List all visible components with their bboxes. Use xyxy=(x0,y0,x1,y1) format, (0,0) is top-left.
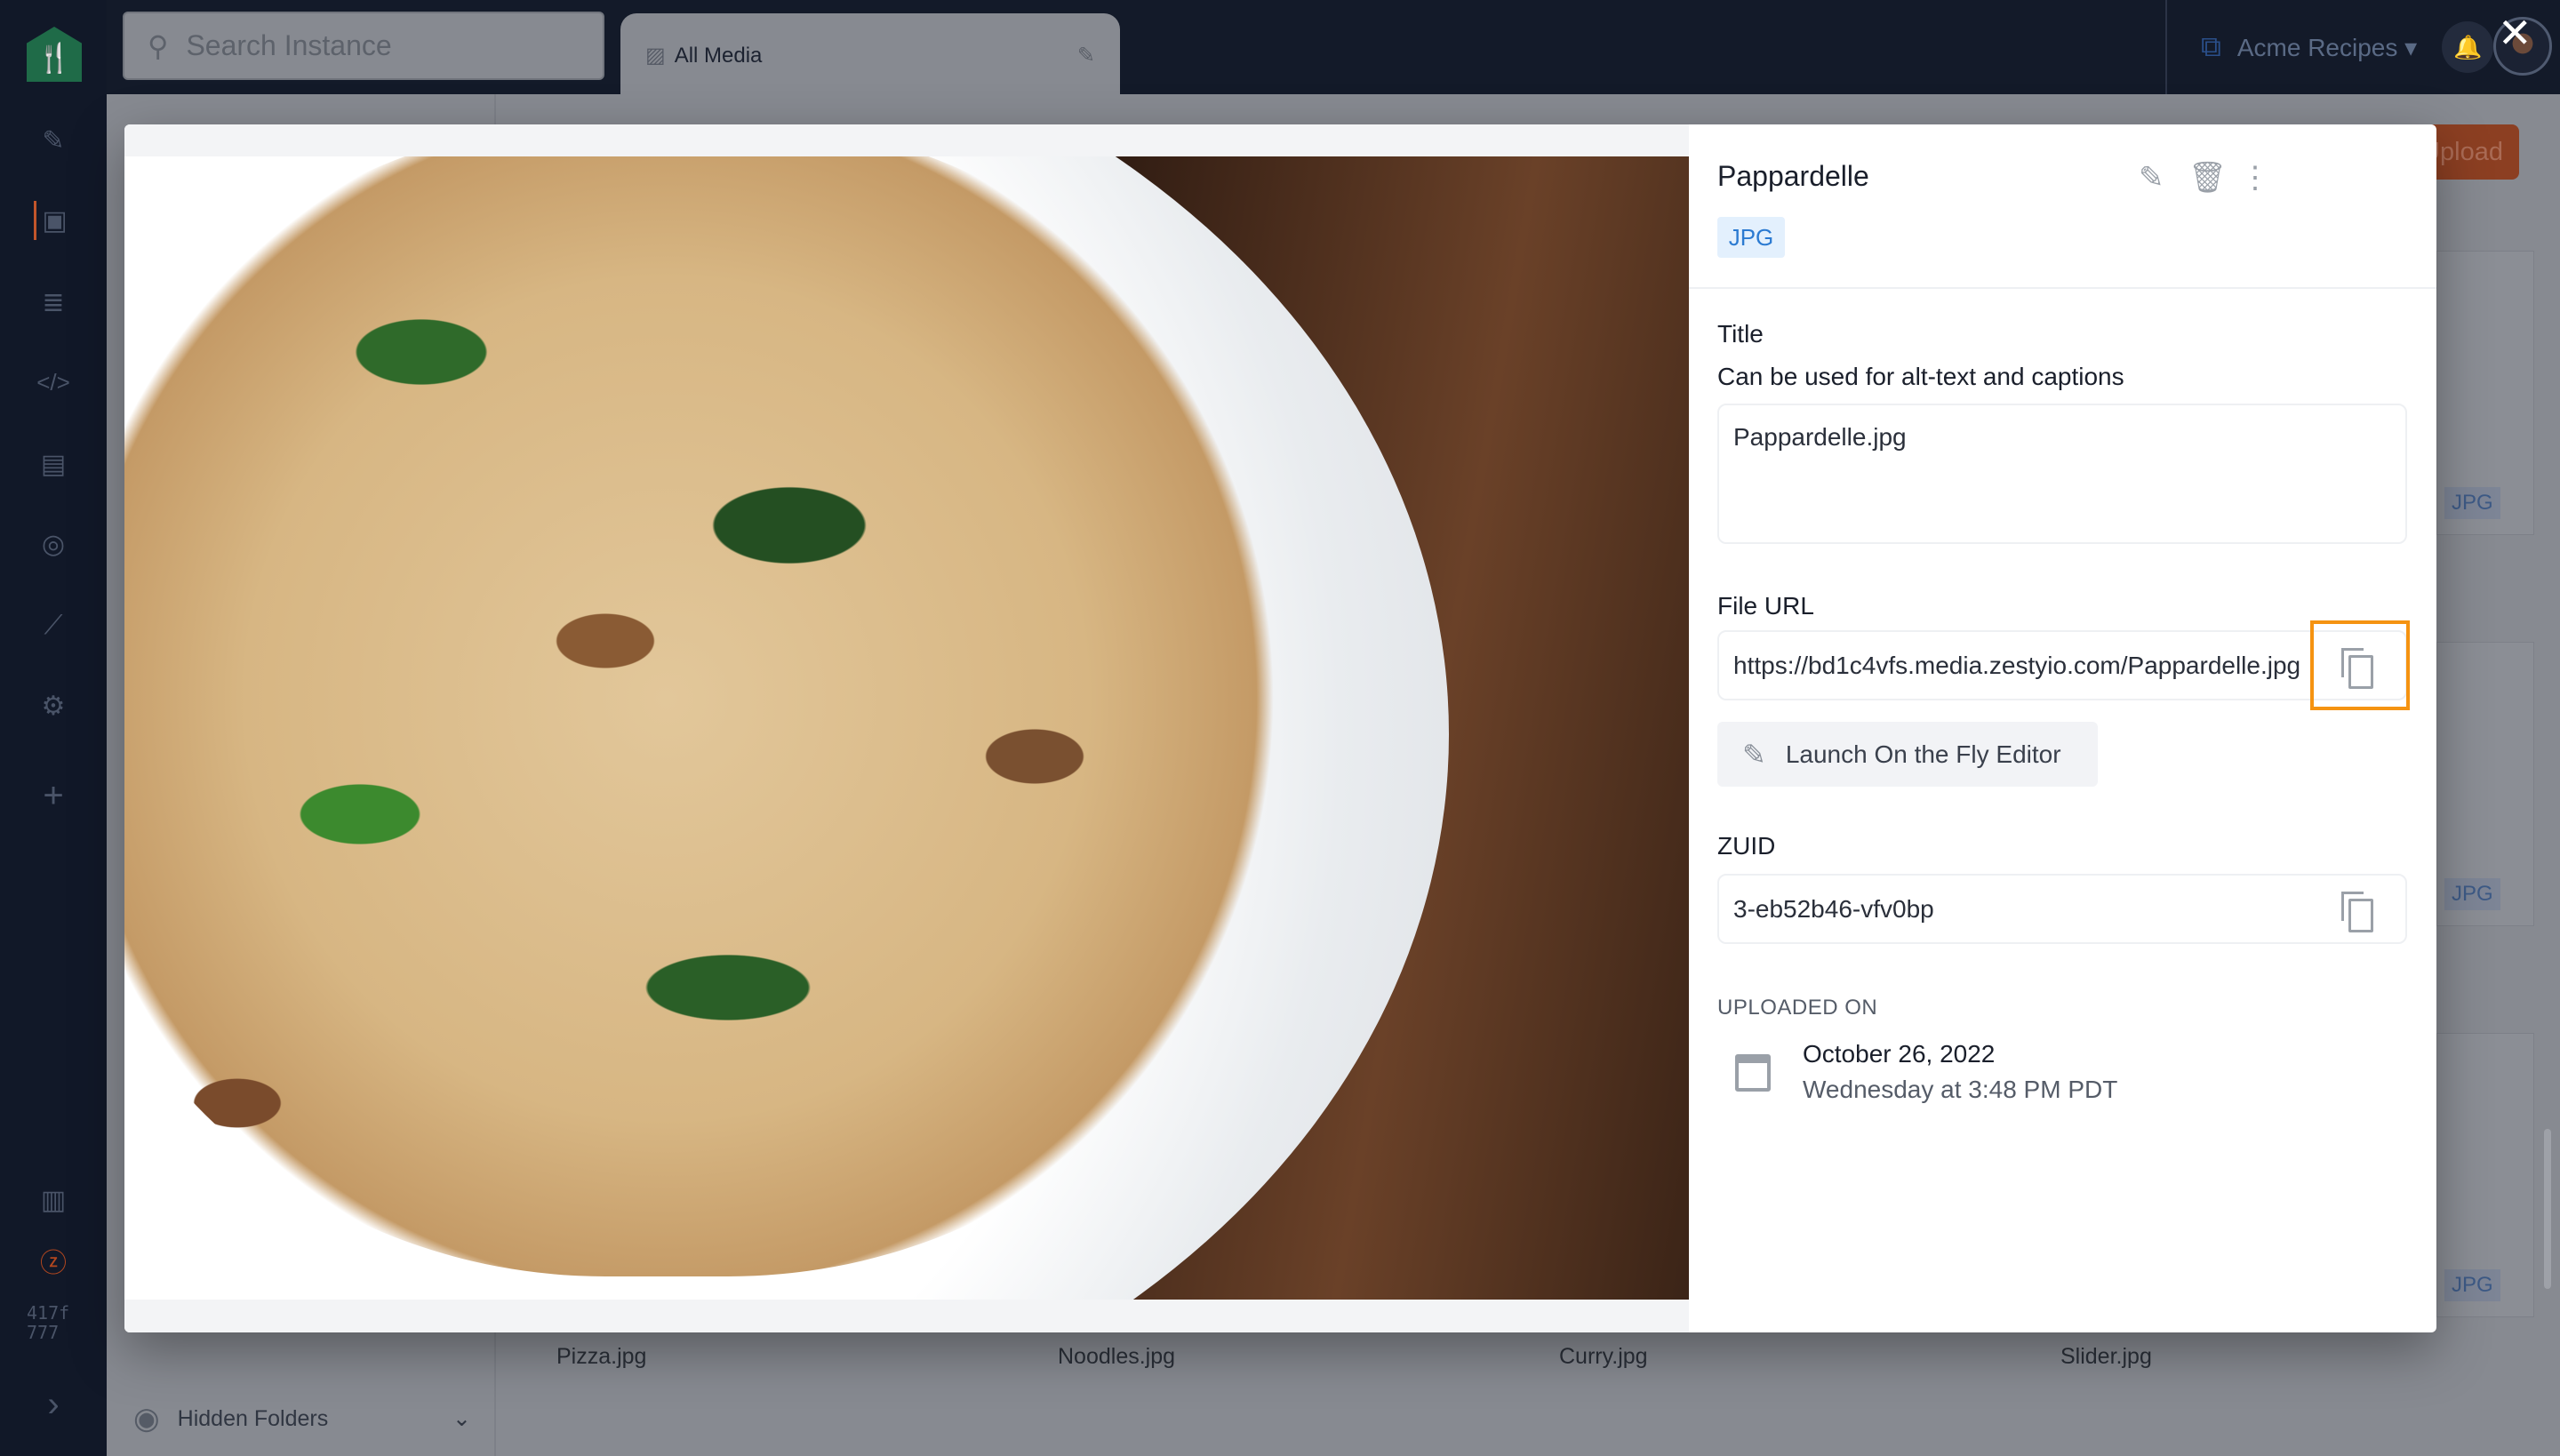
edit-icon[interactable]: ✎ xyxy=(34,121,73,160)
title-value: Pappardelle.jpg xyxy=(1733,423,1907,451)
instance-name: Acme Recipes xyxy=(2236,33,2398,61)
version-line: 417f xyxy=(27,1302,70,1324)
pasta-photo xyxy=(124,156,1689,1300)
uploaded-time: Wednesday at 3:48 PM PDT xyxy=(1803,1076,2118,1103)
eye-icon: ◉ xyxy=(133,1402,160,1436)
file-name[interactable]: Noodles.jpg xyxy=(1058,1344,1175,1370)
jpg-badge: JPG xyxy=(2444,487,2500,519)
more-vert-icon[interactable]: ⋮ xyxy=(2240,160,2270,196)
code-icon[interactable]: </> xyxy=(34,363,73,402)
divider xyxy=(1689,287,2436,289)
chart-icon[interactable]: ⟋ xyxy=(34,606,73,645)
chevron-right-icon[interactable]: › xyxy=(34,1385,73,1424)
jpg-badge: JPG xyxy=(2444,878,2500,910)
media-icon[interactable]: ▣ xyxy=(34,201,73,240)
jpg-badge: JPG xyxy=(2444,1269,2500,1301)
pin-icon[interactable]: ✎ xyxy=(1077,43,1095,68)
zesty-logo-icon[interactable]: ⓩ xyxy=(34,1241,73,1280)
title-field[interactable]: Pappardelle.jpg xyxy=(1717,404,2407,544)
file-url-field[interactable]: https://bd1c4vfs.media.zestyio.com/Pappa… xyxy=(1717,630,2407,700)
search-placeholder: Search Instance xyxy=(186,29,392,61)
utensils-logo-icon[interactable]: 🍴 xyxy=(27,27,82,82)
file-name[interactable]: Curry.jpg xyxy=(1559,1344,1648,1370)
file-title: Pappardelle xyxy=(1717,160,1869,192)
bell-icon[interactable]: 🔔 xyxy=(2442,21,2494,73)
launch-label: Launch On the Fly Editor xyxy=(1785,740,2061,768)
hidden-folders-label: Hidden Folders xyxy=(177,1405,329,1431)
media-detail-modal: Pappardelle ✎ 🗑 ⋮ JPG Title Can be used … xyxy=(124,124,2436,1332)
database-icon[interactable]: ≣ xyxy=(34,283,73,322)
uploaded-date: October 26, 2022 xyxy=(1803,1040,1996,1068)
zuid-value: 3-eb52b46-vfv0bp xyxy=(1733,894,1934,923)
launch-editor-button[interactable]: ✎ Launch On the Fly Editor xyxy=(1717,722,2098,787)
image-icon: ▨ xyxy=(645,44,666,68)
pencil-icon: ✎ xyxy=(1742,738,1766,771)
close-icon[interactable]: ✕ xyxy=(2498,12,2532,53)
title-label: Title xyxy=(1717,320,1764,348)
file-name[interactable]: Slider.jpg xyxy=(2060,1344,2152,1370)
uploaded-label: UPLOADED ON xyxy=(1717,996,1878,1020)
copy-icon[interactable] xyxy=(2341,891,2373,932)
external-link-icon[interactable]: ⧉ xyxy=(2201,30,2221,64)
version-hash: 417f 777 xyxy=(27,1303,69,1342)
file-url-value: https://bd1c4vfs.media.zestyio.com/Pappa… xyxy=(1733,651,2301,679)
trash-icon[interactable]: 🗑 xyxy=(2188,160,2227,196)
calendar-icon xyxy=(1735,1054,1771,1092)
zuid-label: ZUID xyxy=(1717,832,1776,860)
file-name[interactable]: Pizza.jpg xyxy=(556,1344,646,1370)
chevron-down-icon: ⌄ xyxy=(452,1406,471,1431)
title-help: Can be used for alt-text and captions xyxy=(1717,363,2124,390)
header-right: ⧉ Acme Recipes ▾ 🔔 xyxy=(2165,0,2494,94)
pasta xyxy=(124,156,1280,1276)
search-input[interactable]: ⚲ Search Instance xyxy=(123,12,604,80)
edit-icon[interactable]: ✎ xyxy=(2139,160,2164,196)
image-preview xyxy=(124,124,1689,1332)
scrollbar[interactable] xyxy=(2544,1129,2551,1289)
gear-icon[interactable]: ⚙ xyxy=(34,686,73,725)
instance-selector[interactable]: Acme Recipes ▾ xyxy=(2237,33,2417,62)
tab-label: All Media xyxy=(674,43,763,68)
version-line: 777 xyxy=(27,1322,60,1343)
details-panel: Pappardelle ✎ 🗑 ⋮ JPG Title Can be used … xyxy=(1689,124,2436,1332)
file-type-badge: JPG xyxy=(1717,217,1785,258)
tab-all-media[interactable]: ▨ All Media ✎ xyxy=(620,13,1120,98)
file-url-label: File URL xyxy=(1717,592,1814,620)
id-card-icon[interactable]: ▤ xyxy=(34,444,73,484)
copy-url-highlight xyxy=(2310,620,2410,710)
book-icon[interactable]: ▥ xyxy=(34,1180,73,1220)
hidden-folders-toggle[interactable]: ◉ Hidden Folders ⌄ xyxy=(133,1392,471,1445)
target-icon[interactable]: ◎ xyxy=(34,524,73,564)
plus-icon[interactable]: + xyxy=(34,776,73,815)
sidebar: 🍴 ✎ ▣ ≣ </> ▤ ◎ ⟋ ⚙ + ▥ ⓩ 417f 777 › xyxy=(0,0,107,1456)
search-icon: ⚲ xyxy=(148,29,169,62)
zuid-field[interactable]: 3-eb52b46-vfv0bp xyxy=(1717,874,2407,944)
